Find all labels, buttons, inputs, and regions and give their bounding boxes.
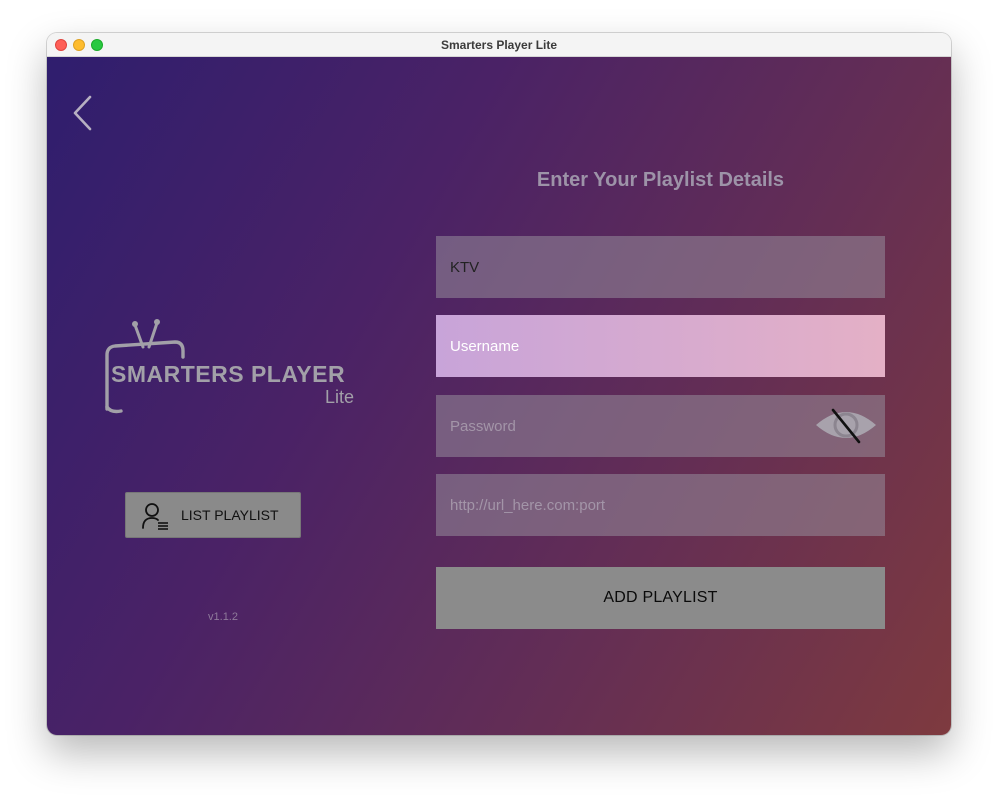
- chevron-left-icon: [73, 95, 92, 131]
- title-bar: Smarters Player Lite: [47, 33, 951, 57]
- window-title: Smarters Player Lite: [440, 38, 558, 52]
- app-window: Smarters Player Lite SMARTERS PLAYER Lit…: [47, 33, 951, 735]
- eye-slash-icon: [816, 408, 876, 444]
- username-input[interactable]: [436, 315, 885, 377]
- version-label: v1.1.2: [208, 611, 238, 623]
- app-logo: SMARTERS PLAYER Lite: [97, 319, 387, 419]
- password-visibility-toggle[interactable]: [814, 403, 878, 447]
- playlist-name-input[interactable]: [436, 236, 885, 298]
- logo-sub-text: Lite: [325, 387, 355, 407]
- list-playlist-label: LIST PLAYLIST: [181, 507, 279, 523]
- logo-main-text: SMARTERS PLAYER: [111, 361, 346, 387]
- back-button[interactable]: [69, 93, 99, 133]
- add-playlist-button[interactable]: ADD PLAYLIST: [436, 567, 885, 629]
- list-playlist-button[interactable]: LIST PLAYLIST: [125, 492, 301, 538]
- form-title: Enter Your Playlist Details: [536, 169, 785, 191]
- user-list-icon: [141, 502, 169, 530]
- server-url-input[interactable]: [436, 474, 885, 536]
- main-content: SMARTERS PLAYER Lite LIST PLAYLIST v1.1.…: [47, 57, 951, 735]
